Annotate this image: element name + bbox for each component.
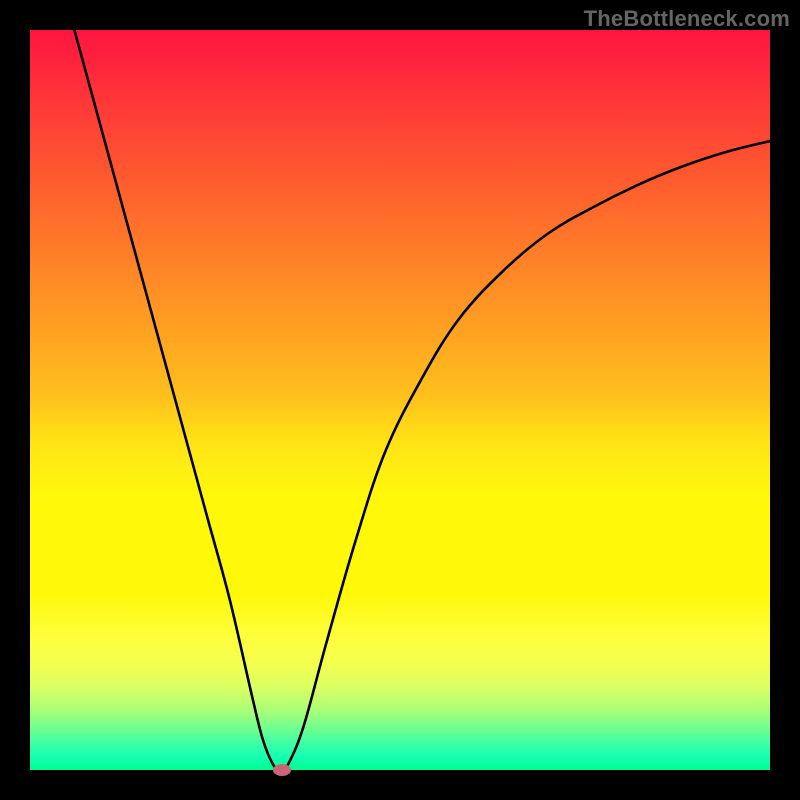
watermark-text: TheBottleneck.com: [584, 6, 790, 32]
bottleneck-curve: [74, 30, 770, 770]
optimum-marker: [273, 764, 291, 776]
chart-frame: TheBottleneck.com: [0, 0, 800, 800]
plot-area: [30, 30, 770, 770]
curve-svg: [30, 30, 770, 770]
